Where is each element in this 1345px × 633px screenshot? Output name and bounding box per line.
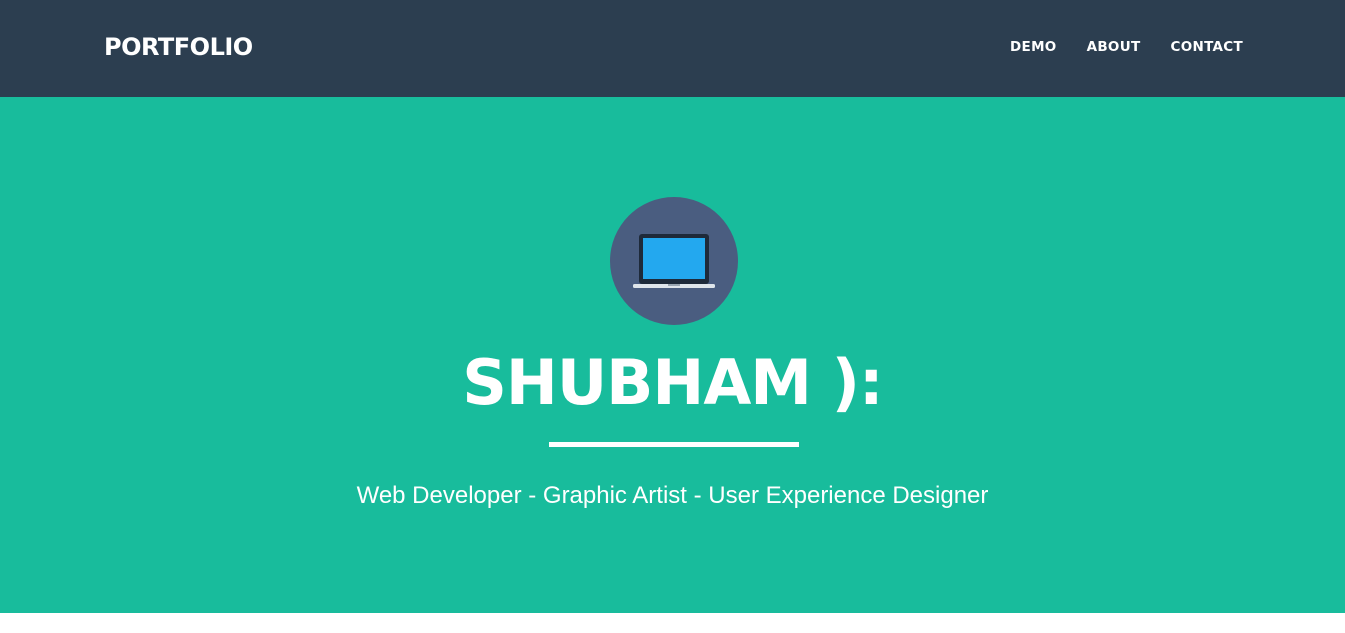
- title-divider: [549, 442, 799, 447]
- nav-link-demo[interactable]: DEMO: [1010, 38, 1057, 56]
- laptop-icon: [633, 234, 715, 288]
- nav-link-contact[interactable]: CONTACT: [1170, 38, 1243, 56]
- nav-link-about[interactable]: ABOUT: [1087, 38, 1141, 56]
- hero-section: SHUBHAM ): Web Developer - Graphic Artis…: [0, 97, 1345, 613]
- profile-avatar: [610, 197, 738, 325]
- hero-tagline: Web Developer - Graphic Artist - User Ex…: [356, 482, 989, 509]
- main-nav: DEMO ABOUT CONTACT: [980, 38, 1243, 56]
- hero-title: SHUBHAM ):: [462, 346, 883, 419]
- brand-logo-link[interactable]: PORTFOLIO: [104, 31, 253, 63]
- navbar: PORTFOLIO DEMO ABOUT CONTACT: [0, 0, 1345, 97]
